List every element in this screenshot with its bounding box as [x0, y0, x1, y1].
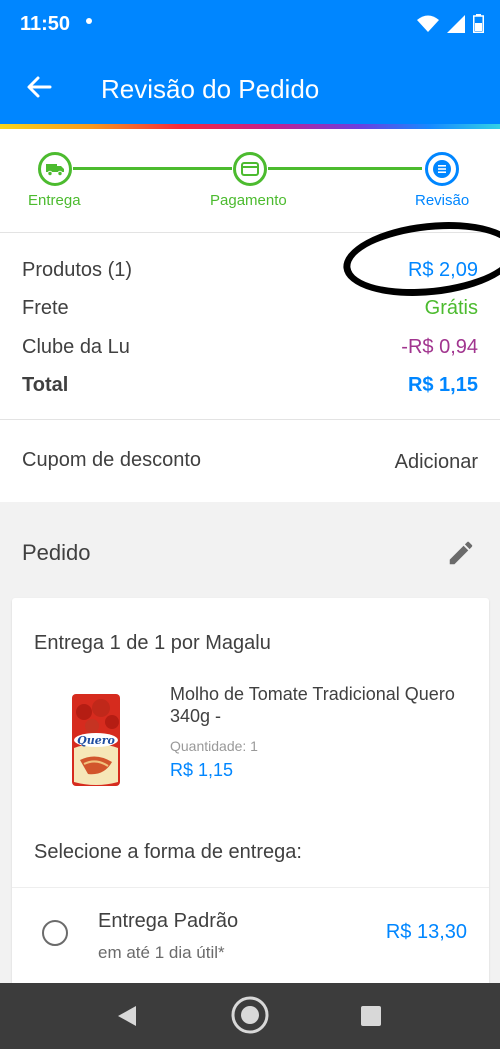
order-card: Entrega 1 de 1 por Magalu Quero Molho de… [12, 598, 489, 998]
step-label-pagamento: Pagamento [210, 192, 287, 209]
page-title: Revisão do Pedido [101, 74, 320, 104]
step-label-entrega: Entrega [28, 192, 81, 209]
status-time: 11:50 [20, 13, 71, 35]
step-pagamento[interactable] [233, 152, 267, 186]
coupon-row[interactable]: Cupom de desconto Adicionar [0, 420, 500, 502]
product-quantity: Quantidade: 1 [170, 738, 258, 754]
pencil-edit-icon[interactable] [446, 538, 476, 568]
produtos-label: Produtos (1) [22, 259, 133, 281]
battery-icon [473, 14, 484, 33]
checkout-stepper: Entrega Pagamento Revisão [0, 129, 500, 232]
stepper-line-2 [268, 167, 422, 170]
product-image: Quero [72, 694, 120, 786]
coupon-label: Cupom de desconto [22, 449, 202, 471]
product-brand-text: Quero [77, 734, 115, 747]
coupon-add-button[interactable]: Adicionar [395, 451, 478, 474]
summary-row-frete: Frete Grátis [22, 297, 478, 320]
nav-back-icon[interactable] [116, 1004, 138, 1028]
shipping-option-price: R$ 13,30 [385, 921, 467, 943]
notification-dot-icon [86, 18, 92, 24]
nav-home-icon[interactable] [230, 995, 270, 1035]
pedido-heading: Pedido [22, 540, 91, 565]
shipping-select-heading: Selecione a forma de entrega: [34, 841, 302, 863]
signal-icon [447, 14, 465, 33]
delivery-header: Entrega 1 de 1 por Magalu [34, 632, 271, 654]
total-value: R$ 1,15 [407, 374, 478, 396]
clube-label: Clube da Lu [22, 336, 130, 358]
divider [12, 887, 489, 888]
summary-row-clube: Clube da Lu -R$ 0,94 [22, 336, 478, 359]
frete-value: Grátis [424, 297, 478, 319]
system-icons [417, 14, 484, 33]
product-name: Molho de Tomate Tradicional Quero 340g - [170, 684, 455, 726]
step-revisao[interactable] [425, 152, 459, 186]
wifi-icon [417, 15, 439, 32]
shipping-option-name[interactable]: Entrega Padrão [98, 910, 238, 933]
total-label: Total [22, 374, 69, 396]
status-bar: 11:50 [0, 0, 500, 50]
nav-recents-icon[interactable] [360, 1005, 382, 1027]
truck-icon [46, 164, 64, 176]
app-bar: Revisão do Pedido [0, 50, 500, 124]
clube-value: -R$ 0,94 [401, 336, 478, 358]
product-price: R$ 1,15 [170, 760, 234, 780]
credit-card-icon [241, 162, 259, 176]
list-document-icon [433, 160, 451, 178]
system-nav-bar [0, 983, 500, 1049]
frete-label: Frete [22, 297, 69, 319]
shipping-option-eta: em até 1 dia útil* [98, 943, 225, 962]
step-entrega[interactable] [38, 152, 72, 186]
step-label-revisao: Revisão [415, 192, 470, 209]
back-arrow-icon[interactable] [24, 72, 54, 102]
stepper-line-1 [73, 167, 232, 170]
summary-row-total: Total R$ 1,15 [22, 374, 478, 397]
shipping-radio-padrao[interactable] [42, 920, 68, 946]
